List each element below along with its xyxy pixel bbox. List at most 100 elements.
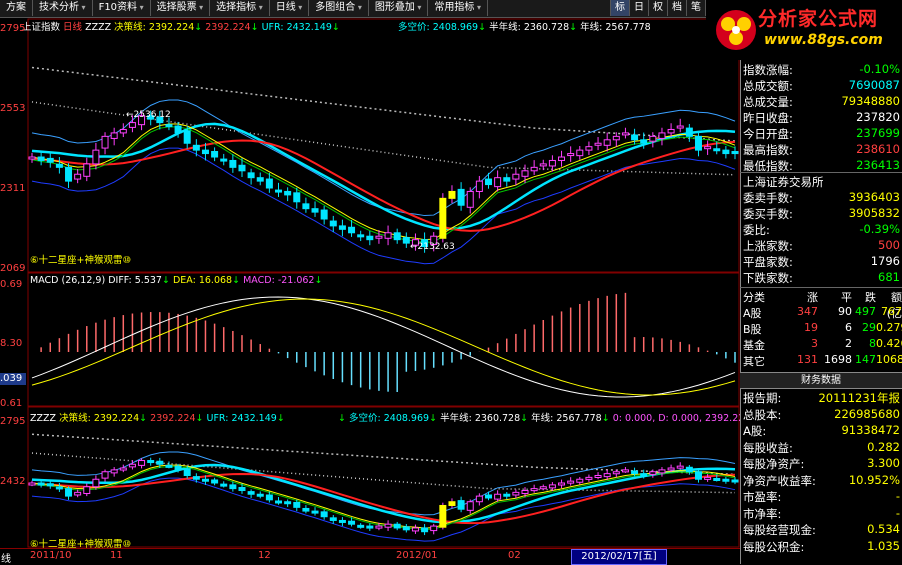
quote-row: 昨日收盘: 237820 xyxy=(740,110,902,125)
lower-candle-body xyxy=(46,483,54,487)
lower-year-label: 年线: xyxy=(531,413,554,424)
lower-candle-body xyxy=(92,478,100,488)
lower-candle-body xyxy=(348,520,356,525)
main-candle-body xyxy=(183,130,191,144)
main-candle-body xyxy=(448,190,456,199)
toolbar-item-1[interactable]: 技术分析 xyxy=(33,0,93,16)
right-tab-3[interactable]: 档 xyxy=(667,0,686,16)
toolbar-item-5[interactable]: 日线 xyxy=(270,0,310,16)
main-candle-body xyxy=(475,180,483,192)
main-candle-body xyxy=(731,151,739,155)
table-row-cell: 767 xyxy=(881,305,902,318)
half-year-label: 半年线: xyxy=(489,22,521,33)
lower-candle-body xyxy=(484,494,492,499)
lower-half-year-label: 半年线: xyxy=(440,413,472,424)
fin-row-value: 91338472 xyxy=(841,423,900,437)
lower-candle-body xyxy=(576,478,584,483)
main-candle-body xyxy=(558,156,566,161)
fin-row-label: 每股经营现金: xyxy=(743,523,816,537)
main-candle-body xyxy=(503,177,511,182)
quote-row-value: 236413 xyxy=(856,158,900,172)
main-candle-body xyxy=(284,190,292,196)
lower-candle-body xyxy=(649,471,657,475)
main-candle-body xyxy=(293,192,301,203)
table-row-cell: 147 xyxy=(855,353,876,366)
time-label-1: 2011/10 xyxy=(30,550,72,561)
lower-candle-body xyxy=(384,523,392,528)
lower-candle-body xyxy=(311,510,319,514)
right-tab-0[interactable]: 标 xyxy=(610,0,629,16)
quote-row-value: 79348880 xyxy=(841,94,900,108)
macd-panel-frame xyxy=(27,272,740,407)
lower-chart-header-right: ↓ 多空价: 2408.969↓ 半年线: 2360.728↓ 年线: 2567… xyxy=(338,413,751,424)
exchange-row: 下跌家数: 681 xyxy=(740,270,902,285)
main-candle-body xyxy=(484,178,492,186)
table-header-cell: 跌 xyxy=(865,291,876,304)
fin-row: 市盈率: - xyxy=(740,489,902,504)
lower-panel-frame xyxy=(27,406,740,548)
toolbar-item-4[interactable]: 选择指标 xyxy=(210,0,270,16)
toolbar-item-8[interactable]: 常用指标 xyxy=(428,0,488,16)
quote-row: 今日开盘: 237699 xyxy=(740,126,902,141)
lower-candle-body xyxy=(530,488,538,492)
main-candle-body xyxy=(457,188,465,206)
fin-row-value: - xyxy=(895,489,900,503)
toolbar-item-2[interactable]: F10资料 xyxy=(93,0,151,16)
main-candle-body xyxy=(311,208,319,213)
exchange-row-label: 下跌家数: xyxy=(743,271,793,285)
quote-row-value: 237820 xyxy=(856,110,900,124)
lower-upper-band xyxy=(31,451,736,516)
main-chart-header-right: 多空价: 2408.969↓ 半年线: 2360.728↓ 年线: 2567.7… xyxy=(398,22,651,33)
macd-y-mid: 8.30 xyxy=(0,338,23,349)
panel-divider xyxy=(740,287,902,288)
exchange-row-value: -0.39% xyxy=(859,222,900,236)
toolbar-item-6[interactable]: 多图组合 xyxy=(309,0,369,16)
main-candle-body xyxy=(612,135,620,141)
toolbar-item-7[interactable]: 图形叠加 xyxy=(369,0,429,16)
fin-row: 市净率: - xyxy=(740,506,902,521)
quote-row-value: -0.10% xyxy=(859,62,900,76)
main-candle-body xyxy=(119,128,127,134)
lower-candle-body xyxy=(548,484,556,489)
main-candle-body xyxy=(55,163,63,168)
lower-candle-body xyxy=(293,501,301,508)
right-tab-2[interactable]: 权 xyxy=(648,0,667,16)
table-row-cell: 19 xyxy=(804,321,818,334)
right-tab-1[interactable]: 日 xyxy=(629,0,648,16)
y-tick-top: 2795 xyxy=(0,23,26,34)
diff-label: DIFF: xyxy=(108,275,132,286)
fin-row-value: 10.952% xyxy=(848,472,900,487)
quote-row-value: 238610 xyxy=(856,142,900,156)
lower-candle-body xyxy=(28,482,36,486)
main-candle-body xyxy=(631,134,639,141)
table-row-cell: A股 xyxy=(743,307,762,320)
high-annotation: ←2536.12 xyxy=(126,110,171,120)
main-candle-body xyxy=(576,149,584,157)
table-row-cell: 其它 xyxy=(743,355,765,368)
exchange-row: 委买手数: 3905832 xyxy=(740,206,902,221)
time-label-4: 2012/01 xyxy=(396,550,438,561)
main-candle-body xyxy=(667,128,675,134)
main-candle-body xyxy=(46,157,54,163)
lower-candle-body xyxy=(640,473,648,477)
main-candle-body xyxy=(211,151,219,158)
main-candle-body xyxy=(83,163,91,177)
macd-header: MACD (26,12,9) DIFF: 5.537↓ DEA: 16.068↓… xyxy=(30,275,323,286)
macd-value: -21.062 xyxy=(277,275,315,286)
table-row-cell: 347 xyxy=(797,305,818,318)
quote-row: 最低指数: 236413 xyxy=(740,158,902,173)
toolbar-item-0[interactable]: 方案 xyxy=(0,0,33,16)
lower-candle-body xyxy=(329,517,337,521)
table-row: B股 19 6 290.279 xyxy=(740,321,902,336)
right-tab-4[interactable]: 笔 xyxy=(686,0,705,16)
fin-row-label: 每股净资产: xyxy=(743,457,805,471)
financial-tab[interactable]: 财务数据 xyxy=(740,372,902,389)
main-candle-body xyxy=(37,156,45,161)
exchange-row-value: 3905832 xyxy=(848,206,900,220)
lower-candle-body xyxy=(466,501,474,511)
dea-label: DEA: xyxy=(172,275,196,286)
main-candle-body xyxy=(530,166,538,172)
quote-row-label: 昨日收盘: xyxy=(743,111,793,125)
toolbar-item-3[interactable]: 选择股票 xyxy=(151,0,211,16)
fin-row-value: 226985680 xyxy=(834,406,900,421)
